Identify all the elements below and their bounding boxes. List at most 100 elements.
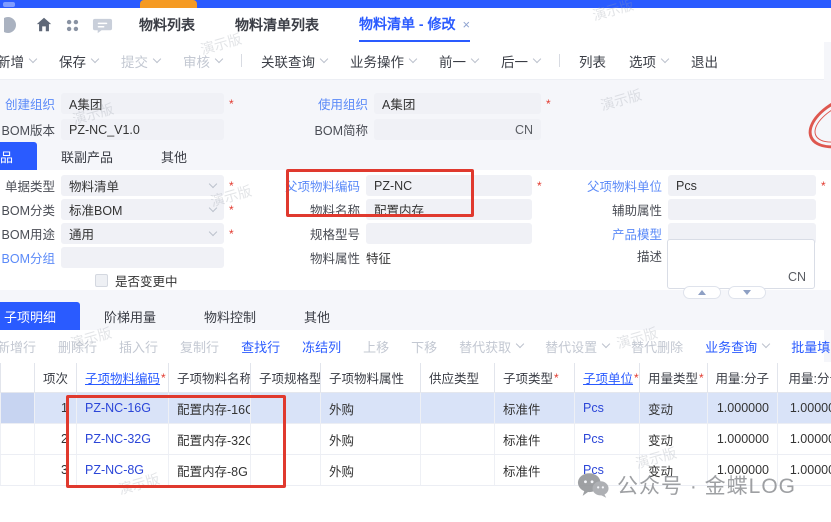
options-button[interactable]: 选项 bbox=[625, 51, 672, 71]
delete-row-button[interactable]: 删除行 bbox=[54, 337, 101, 356]
bom-category-select[interactable]: 标准BOM bbox=[61, 199, 224, 220]
exit-button[interactable]: 退出 bbox=[687, 51, 722, 71]
insert-row-button[interactable]: 插入行 bbox=[115, 337, 162, 356]
close-icon[interactable] bbox=[462, 17, 470, 32]
tab-other-bottom[interactable]: 其他 bbox=[280, 302, 354, 330]
copy-row-button[interactable]: 复制行 bbox=[176, 337, 223, 356]
tab-subitem-detail[interactable]: 子项明细 bbox=[0, 302, 80, 330]
save-button[interactable]: 保存 bbox=[55, 51, 102, 71]
field-value: 标准BOM bbox=[69, 200, 122, 219]
apps-grid-icon[interactable] bbox=[64, 17, 81, 34]
required-asterisk bbox=[537, 179, 542, 193]
field-value: A集团 bbox=[69, 94, 102, 113]
business-query-button[interactable]: 业务查询 bbox=[701, 337, 773, 356]
new-button[interactable]: 新增 bbox=[0, 51, 40, 71]
add-row-button[interactable]: 新增行 bbox=[0, 337, 40, 356]
prev-button[interactable]: 前一 bbox=[435, 51, 482, 71]
required-asterisk bbox=[821, 179, 826, 193]
substitute-delete-button[interactable]: 替代删除 bbox=[627, 337, 687, 356]
related-query-button[interactable]: 关联查询 bbox=[257, 51, 331, 71]
submit-button[interactable]: 提交 bbox=[117, 51, 164, 71]
col-numerator[interactable]: 用量:分子 bbox=[707, 363, 777, 392]
cell-unit[interactable]: Pcs bbox=[574, 393, 639, 423]
field-doc-type: 单据类型 物料清单 bbox=[0, 175, 234, 196]
tab-material-control[interactable]: 物料控制 bbox=[180, 302, 280, 330]
bom-short-input[interactable]: CN bbox=[374, 119, 541, 140]
substitute-set-button[interactable]: 替代设置 bbox=[541, 337, 613, 356]
move-down-button[interactable]: 下移 bbox=[407, 337, 441, 356]
main-toolbar: 新增 保存 提交 审核 关联查询 业务操作 前一 后一 列表 选项 退出 bbox=[0, 42, 824, 80]
cell-usage-type: 变动 bbox=[639, 455, 707, 485]
required-asterisk bbox=[699, 371, 704, 385]
chat-bubble-icon[interactable] bbox=[92, 15, 113, 36]
field-label: 创建组织 bbox=[0, 94, 55, 113]
description-textarea[interactable]: CN bbox=[667, 239, 815, 289]
row-selector[interactable] bbox=[0, 393, 34, 423]
row-selector[interactable] bbox=[0, 455, 34, 485]
substitute-get-button[interactable]: 替代获取 bbox=[455, 337, 527, 356]
cell-type: 标准件 bbox=[494, 455, 574, 485]
bom-group-input[interactable] bbox=[61, 247, 224, 268]
audit-button[interactable]: 审核 bbox=[179, 51, 226, 71]
home-icon[interactable] bbox=[35, 16, 53, 34]
cell-unit[interactable]: Pcs bbox=[574, 424, 639, 454]
collapse-down-button[interactable] bbox=[728, 286, 766, 299]
field-label: 物料属性 bbox=[280, 248, 360, 267]
col-type[interactable]: 子项类型 bbox=[494, 363, 574, 392]
next-button[interactable]: 后一 bbox=[497, 51, 544, 71]
col-name[interactable]: 子项物料名称 bbox=[168, 363, 250, 392]
field-bom-category: BOM分类 标准BOM bbox=[0, 199, 234, 220]
table-row[interactable]: 2 PZ-NC-32G 配置内存-32G 外购 标准件 Pcs 变动 1.000… bbox=[0, 424, 831, 455]
cell-code[interactable]: PZ-NC-16G bbox=[76, 393, 168, 423]
cell-code[interactable]: PZ-NC-8G bbox=[76, 455, 168, 485]
cell-attr: 外购 bbox=[320, 424, 420, 454]
find-row-button[interactable]: 查找行 bbox=[237, 337, 284, 356]
change-flag-checkbox[interactable] bbox=[95, 274, 108, 287]
cell-code[interactable]: PZ-NC-32G bbox=[76, 424, 168, 454]
cell-unit[interactable]: Pcs bbox=[574, 455, 639, 485]
col-seq[interactable]: 项次 bbox=[34, 363, 76, 392]
product-tab-strip: 主产品 联副产品 其他 bbox=[0, 142, 211, 170]
table-row[interactable]: 3 PZ-NC-8G 配置内存-8G 外购 标准件 Pcs 变动 1.00000… bbox=[0, 455, 831, 486]
tab-main-product[interactable]: 主产品 bbox=[0, 142, 37, 170]
parent-code-input[interactable]: PZ-NC bbox=[366, 175, 532, 196]
bom-usage-select[interactable]: 通用 bbox=[61, 223, 224, 244]
doc-type-select[interactable]: 物料清单 bbox=[61, 175, 224, 196]
row-selector[interactable] bbox=[0, 424, 34, 454]
aux-attr-input[interactable] bbox=[668, 199, 816, 220]
field-material-attr: 物料属性 特征 bbox=[280, 247, 391, 268]
col-unit[interactable]: 子项单位 bbox=[574, 363, 639, 392]
tab-other-top[interactable]: 其他 bbox=[137, 142, 211, 170]
partial-menu-icon[interactable] bbox=[4, 15, 24, 35]
tab-joint-product[interactable]: 联副产品 bbox=[37, 142, 137, 170]
material-name-input[interactable]: 配置内存 bbox=[366, 199, 532, 220]
business-ops-button[interactable]: 业务操作 bbox=[346, 51, 420, 71]
use-org-input[interactable]: A集团 bbox=[374, 93, 541, 114]
tab-bom-list[interactable]: 物料清单列表 bbox=[235, 8, 319, 42]
parent-unit-input[interactable]: Pcs bbox=[668, 175, 816, 196]
freeze-column-button[interactable]: 冻结列 bbox=[298, 337, 345, 356]
spec-model-input[interactable] bbox=[366, 223, 532, 244]
bom-version-input[interactable]: PZ-NC_V1.0 bbox=[61, 119, 224, 140]
list-button[interactable]: 列表 bbox=[575, 51, 610, 71]
col-supply[interactable]: 供应类型 bbox=[420, 363, 494, 392]
chevron-down-icon bbox=[762, 340, 770, 348]
batch-fill-button[interactable]: 批量填充 bbox=[787, 337, 831, 356]
chevron-down-icon bbox=[209, 227, 217, 235]
col-denominator[interactable]: 用量:分母 bbox=[777, 363, 831, 392]
col-code[interactable]: 子项物料编码 bbox=[76, 363, 168, 392]
table-row[interactable]: 1 PZ-NC-16G 配置内存-16G 外购 标准件 Pcs 变动 1.000… bbox=[0, 393, 831, 424]
tab-bom-edit[interactable]: 物料清单 - 修改 bbox=[359, 8, 470, 42]
cell-name: 配置内存-16G bbox=[168, 393, 250, 423]
col-spec[interactable]: 子项规格型... bbox=[250, 363, 320, 392]
col-attr[interactable]: 子项物料属性 bbox=[320, 363, 420, 392]
tab-label: 其他 bbox=[161, 147, 187, 166]
move-up-button[interactable]: 上移 bbox=[359, 337, 393, 356]
create-org-input[interactable]: A集团 bbox=[61, 93, 224, 114]
col-usage-type[interactable]: 用量类型 bbox=[639, 363, 707, 392]
chevron-down-icon bbox=[320, 54, 328, 62]
collapse-up-button[interactable] bbox=[683, 286, 721, 299]
tab-material-list[interactable]: 物料列表 bbox=[139, 8, 195, 42]
tab-ladder-usage[interactable]: 阶梯用量 bbox=[80, 302, 180, 330]
column-label: 子项物料属性 bbox=[329, 368, 404, 387]
